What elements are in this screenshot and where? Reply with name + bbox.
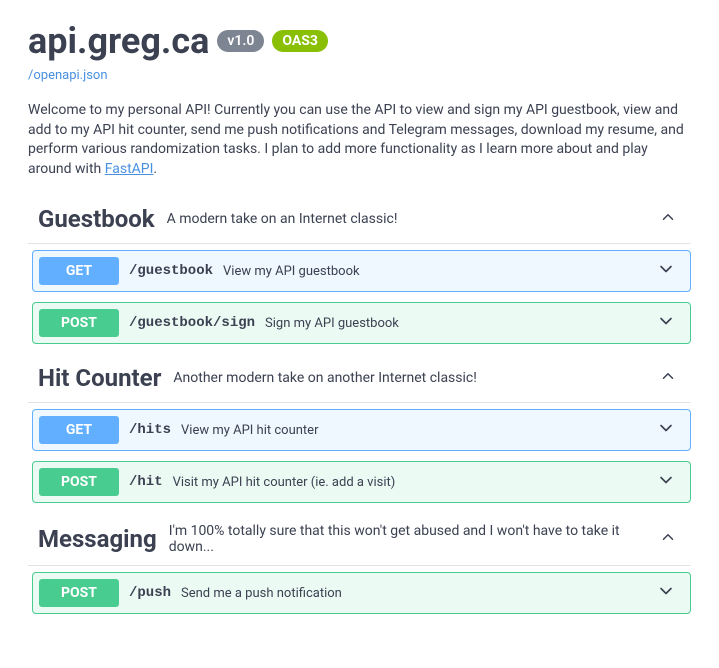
operation-summary: Visit my API hit counter (ie. add a visi… xyxy=(173,475,656,490)
fastapi-link[interactable]: FastAPI xyxy=(105,161,154,177)
tag-section: Hit Counter Another modern take on anothe… xyxy=(28,354,691,503)
tag-header[interactable]: Messaging I'm 100% totally sure that this… xyxy=(28,513,691,566)
tag-description: A modern take on an Internet classic! xyxy=(167,211,659,227)
tag-name: Hit Counter xyxy=(38,364,161,392)
operation-row[interactable]: GET/hits View my API hit counter xyxy=(32,409,691,451)
operation-path: /guestbook/sign xyxy=(129,315,255,331)
tag-header[interactable]: Hit Counter Another modern take on anothe… xyxy=(28,354,691,403)
http-method-badge: GET xyxy=(39,416,119,444)
operation-row[interactable]: POST/push Send me a push notification xyxy=(32,572,691,614)
operation-path: /guestbook xyxy=(129,263,213,279)
oas-badge: OAS3 xyxy=(272,30,328,52)
operation-summary: Sign my API guestbook xyxy=(265,316,656,331)
chevron-down-icon xyxy=(656,581,676,605)
tag-name: Guestbook xyxy=(38,205,155,233)
version-badge: v1.0 xyxy=(217,30,264,52)
operation-path: /hits xyxy=(129,422,171,438)
tag-description: Another modern take on another Internet … xyxy=(173,370,659,386)
tag-description: I'm 100% totally sure that this won't ge… xyxy=(169,523,659,555)
operation-row[interactable]: GET/guestbook View my API guestbook xyxy=(32,250,691,292)
api-title: api.greg.ca xyxy=(28,20,209,62)
tag-section: Messaging I'm 100% totally sure that this… xyxy=(28,513,691,614)
chevron-up-icon xyxy=(659,367,677,389)
operation-summary: View my API hit counter xyxy=(181,423,656,438)
chevron-down-icon xyxy=(656,259,676,283)
tag-section: Guestbook A modern take on an Internet cl… xyxy=(28,195,691,344)
operation-path: /hit xyxy=(129,474,163,490)
chevron-up-icon xyxy=(659,528,677,550)
http-method-badge: POST xyxy=(39,309,119,337)
operation-row[interactable]: POST/guestbook/sign Sign my API guestbook xyxy=(32,302,691,344)
chevron-down-icon xyxy=(656,311,676,335)
spec-link[interactable]: /openapi.json xyxy=(28,68,108,83)
chevron-up-icon xyxy=(659,208,677,230)
http-method-badge: POST xyxy=(39,468,119,496)
operation-summary: View my API guestbook xyxy=(223,264,656,279)
chevron-down-icon xyxy=(656,470,676,494)
description-text-post: . xyxy=(153,161,157,177)
operation-path: /push xyxy=(129,585,171,601)
chevron-down-icon xyxy=(656,418,676,442)
operation-summary: Send me a push notification xyxy=(181,586,656,601)
http-method-badge: GET xyxy=(39,257,119,285)
http-method-badge: POST xyxy=(39,579,119,607)
operation-row[interactable]: POST/hit Visit my API hit counter (ie. ad… xyxy=(32,461,691,503)
api-header: api.greg.ca v1.0 OAS3 xyxy=(28,20,691,62)
api-description: Welcome to my personal API! Currently yo… xyxy=(28,101,691,179)
tag-header[interactable]: Guestbook A modern take on an Internet cl… xyxy=(28,195,691,244)
tag-name: Messaging xyxy=(38,525,157,553)
